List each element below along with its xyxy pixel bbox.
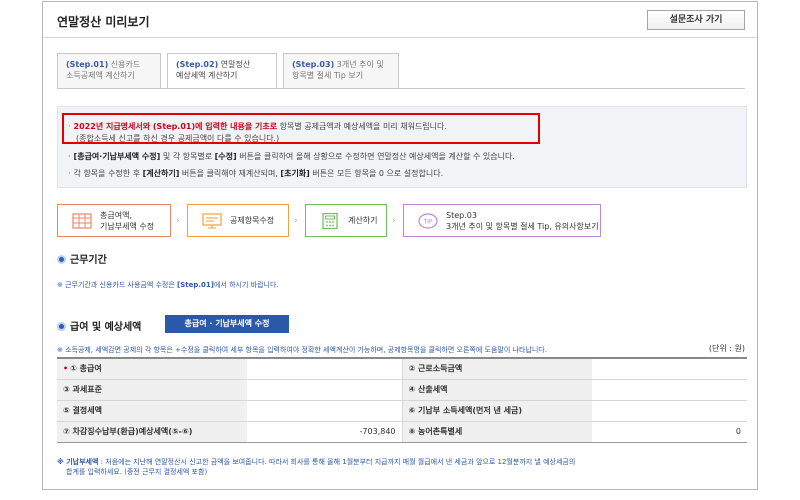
row-value [592, 357, 747, 380]
tab-line2: 항목별 절세 Tip 보기 [292, 71, 364, 80]
notice-line-3: · [총급여·기납부세액 수정] 및 각 항목별로 [수정] 버튼을 클릭하여 올… [68, 151, 515, 162]
row-label[interactable]: ③ 과세표준 [57, 378, 247, 401]
tab-line2: 소득공제액 계산하기 [66, 71, 135, 80]
required-marker: • [63, 364, 69, 374]
footnote-bold: ※ 기납부세액 [57, 458, 99, 466]
salary-note: ※ 소득공제, 세액감면 공제의 각 항목은 +수정을 클릭하여 세부 항목을 … [57, 346, 547, 354]
notice-text: 버튼은 모든 항목을 0 으로 설정합니다. [309, 169, 444, 178]
table-row: ⑦ 차감징수납부(환급)예상세액(⑤-⑥) -703,840 ⑧ 농어촌특별세 … [57, 420, 747, 443]
footnote: ※ 기납부세액 : 처음에는 지난해 연말정산시 신고한 금액을 보여줍니다. … [57, 457, 747, 477]
note-text: ※ 근무기간과 신용카드 사용금액 수정은 [57, 281, 178, 289]
notice-text: 항목별 공제금액과 예상세액을 미리 채워드립니다. [277, 122, 447, 131]
tabs-divider [57, 88, 745, 89]
monitor-icon [202, 213, 222, 229]
tab-step-label: (Step.03) [292, 60, 335, 69]
calculator-icon [322, 213, 338, 229]
note-text: 에서 하시기 바랍니다. [213, 281, 279, 289]
section-title-text: 급여 및 예상세액 [70, 322, 142, 333]
section-salary-title: 급여 및 예상세액 [57, 318, 141, 333]
section-work-period-title: 근무기간 [57, 251, 107, 266]
bullet-dot: · [68, 169, 71, 178]
step-edit-salary[interactable]: 총급여액, 기납부세액 수정 [57, 204, 171, 237]
table-row: ③ 과세표준 ④ 산출세액 [57, 378, 747, 401]
bullet-dot: · [68, 122, 71, 131]
tax-table: • ① 총급여 ② 근로소득금액 ③ 과세표준 ④ 산출세액 ⑤ 결정세액 ⑥ 기… [57, 357, 747, 443]
calendar-grid-icon [72, 213, 92, 229]
notice-highlight-text: 2022년 지급명세서와 (Step.01)에 입력한 내용을 기초로 [73, 122, 278, 131]
tab-step-label: (Step.02) [176, 60, 219, 69]
step-label: 계산하기 [348, 216, 378, 225]
tab-line1: 3개년 추이 및 [334, 60, 384, 69]
row-value [247, 357, 402, 380]
step-label-1: Step.03 [446, 211, 477, 220]
preview-panel: 연말정산 미리보기 설문조사 가기 (Step.01) 신용카드 소득공제액 계… [42, 1, 758, 490]
tab-line1: 연말정산 [218, 60, 251, 69]
bullet-dot: · [68, 152, 71, 161]
section-title-text: 근무기간 [70, 255, 107, 266]
footnote-text: : 처음에는 지난해 연말정산시 신고한 금액을 보여줍니다. 따라서 회사를 … [98, 458, 576, 466]
row-label[interactable]: ⑥ 기납부 소득세액(먼저 낸 세금) [401, 399, 592, 422]
survey-button[interactable]: 설문조사 가기 [647, 10, 745, 30]
tab-step-03[interactable]: (Step.03) 3개년 추이 및 항목별 절세 Tip 보기 [283, 53, 399, 89]
tab-line1: 신용카드 [108, 60, 141, 69]
row-value [592, 378, 747, 401]
chevron-right-icon: › [176, 216, 180, 226]
row-label[interactable]: ⑦ 차감징수납부(환급)예상세액(⑤-⑥) [57, 420, 247, 443]
svg-text:TIP: TIP [422, 219, 432, 226]
step-label-2: 3개년 추이 및 항목별 절세 Tip, 유의사항보기 [446, 222, 599, 231]
row-value: -703,840 [247, 420, 402, 443]
notice-text: 버튼을 클릭해야 재계산되며, [179, 169, 281, 178]
row-value [247, 399, 402, 422]
table-row: • ① 총급여 ② 근로소득금액 [57, 357, 747, 380]
notice-line-1: · 2022년 지급명세서와 (Step.01)에 입력한 내용을 기초로 항목별… [68, 121, 447, 132]
row-label[interactable]: • ① 총급여 [57, 357, 247, 380]
tab-step-label: (Step.01) [66, 60, 109, 69]
tab-step-02[interactable]: (Step.02) 연말정산 예상세액 계산하기 [167, 53, 277, 89]
notice-line-4: · 각 항목을 수정한 후 [계산하기] 버튼을 클릭해야 재계산되며, [초기화… [68, 168, 443, 179]
note-bold: [Step.01] [177, 281, 214, 289]
step-label: 공제항목수정 [230, 216, 275, 225]
step-edit-deductions[interactable]: 공제항목수정 [187, 204, 289, 237]
notice-line-2: (종합소득세 신고를 하신 경우 공제금액이 다를 수 있습니다.) [76, 134, 280, 143]
notice-box: · 2022년 지급명세서와 (Step.01)에 입력한 내용을 기초로 항목별… [57, 106, 747, 188]
notice-text: 버튼을 클릭하여 올해 상황으로 수정하면 연말정산 예상세액을 계산할 수 있… [236, 152, 515, 161]
table-row: ⑤ 결정세액 ⑥ 기납부 소득세액(먼저 낸 세금) [57, 399, 747, 422]
edit-salary-button[interactable]: 총급여 · 기납부세액 수정 [165, 315, 289, 333]
row-label[interactable]: ④ 산출세액 [401, 378, 592, 401]
step-calculate[interactable]: 계산하기 [305, 204, 387, 237]
section-bullet-icon [57, 322, 66, 331]
notice-text: 및 각 항목별로 [160, 152, 215, 161]
row-label[interactable]: ② 근로소득금액 [401, 357, 592, 380]
tab-line2: 예상세액 계산하기 [176, 71, 238, 80]
row-label[interactable]: ⑧ 농어촌특별세 [401, 420, 592, 443]
step-label-1: 총급여액, [100, 211, 132, 220]
row-label[interactable]: ⑤ 결정세액 [57, 399, 247, 422]
step-label-2: 기납부세액 수정 [100, 222, 155, 231]
row-value: 0 [592, 420, 747, 443]
unit-label: (단위 : 원) [708, 344, 745, 353]
row-value [247, 378, 402, 401]
row-value [592, 399, 747, 422]
chevron-right-icon: › [294, 216, 298, 226]
notice-bold: [총급여·기납부세액 수정] [73, 152, 161, 161]
page-title: 연말정산 미리보기 [57, 15, 150, 29]
notice-bold: [초기화] [280, 169, 310, 178]
notice-text: 각 항목을 수정한 후 [73, 169, 143, 178]
title-bar: 연말정산 미리보기 설문조사 가기 [43, 2, 757, 38]
step-view-tips[interactable]: TIP Step.03 3개년 추이 및 항목별 절세 Tip, 유의사항보기 [403, 204, 601, 237]
chevron-right-icon: › [392, 216, 396, 226]
tip-icon: TIP [418, 213, 438, 229]
notice-bold: [계산하기] [142, 169, 180, 178]
notice-bold: [수정] [214, 152, 237, 161]
section-bullet-icon [57, 255, 66, 264]
footnote-text: 합계를 입력하세요. (중전 근무지 결정세액 포함) [66, 468, 208, 476]
tab-step-01[interactable]: (Step.01) 신용카드 소득공제액 계산하기 [57, 53, 161, 89]
work-period-note: ※ 근무기간과 신용카드 사용금액 수정은 [Step.01]에서 하시기 바랍… [57, 280, 279, 290]
label-text: ① 총급여 [70, 364, 102, 374]
